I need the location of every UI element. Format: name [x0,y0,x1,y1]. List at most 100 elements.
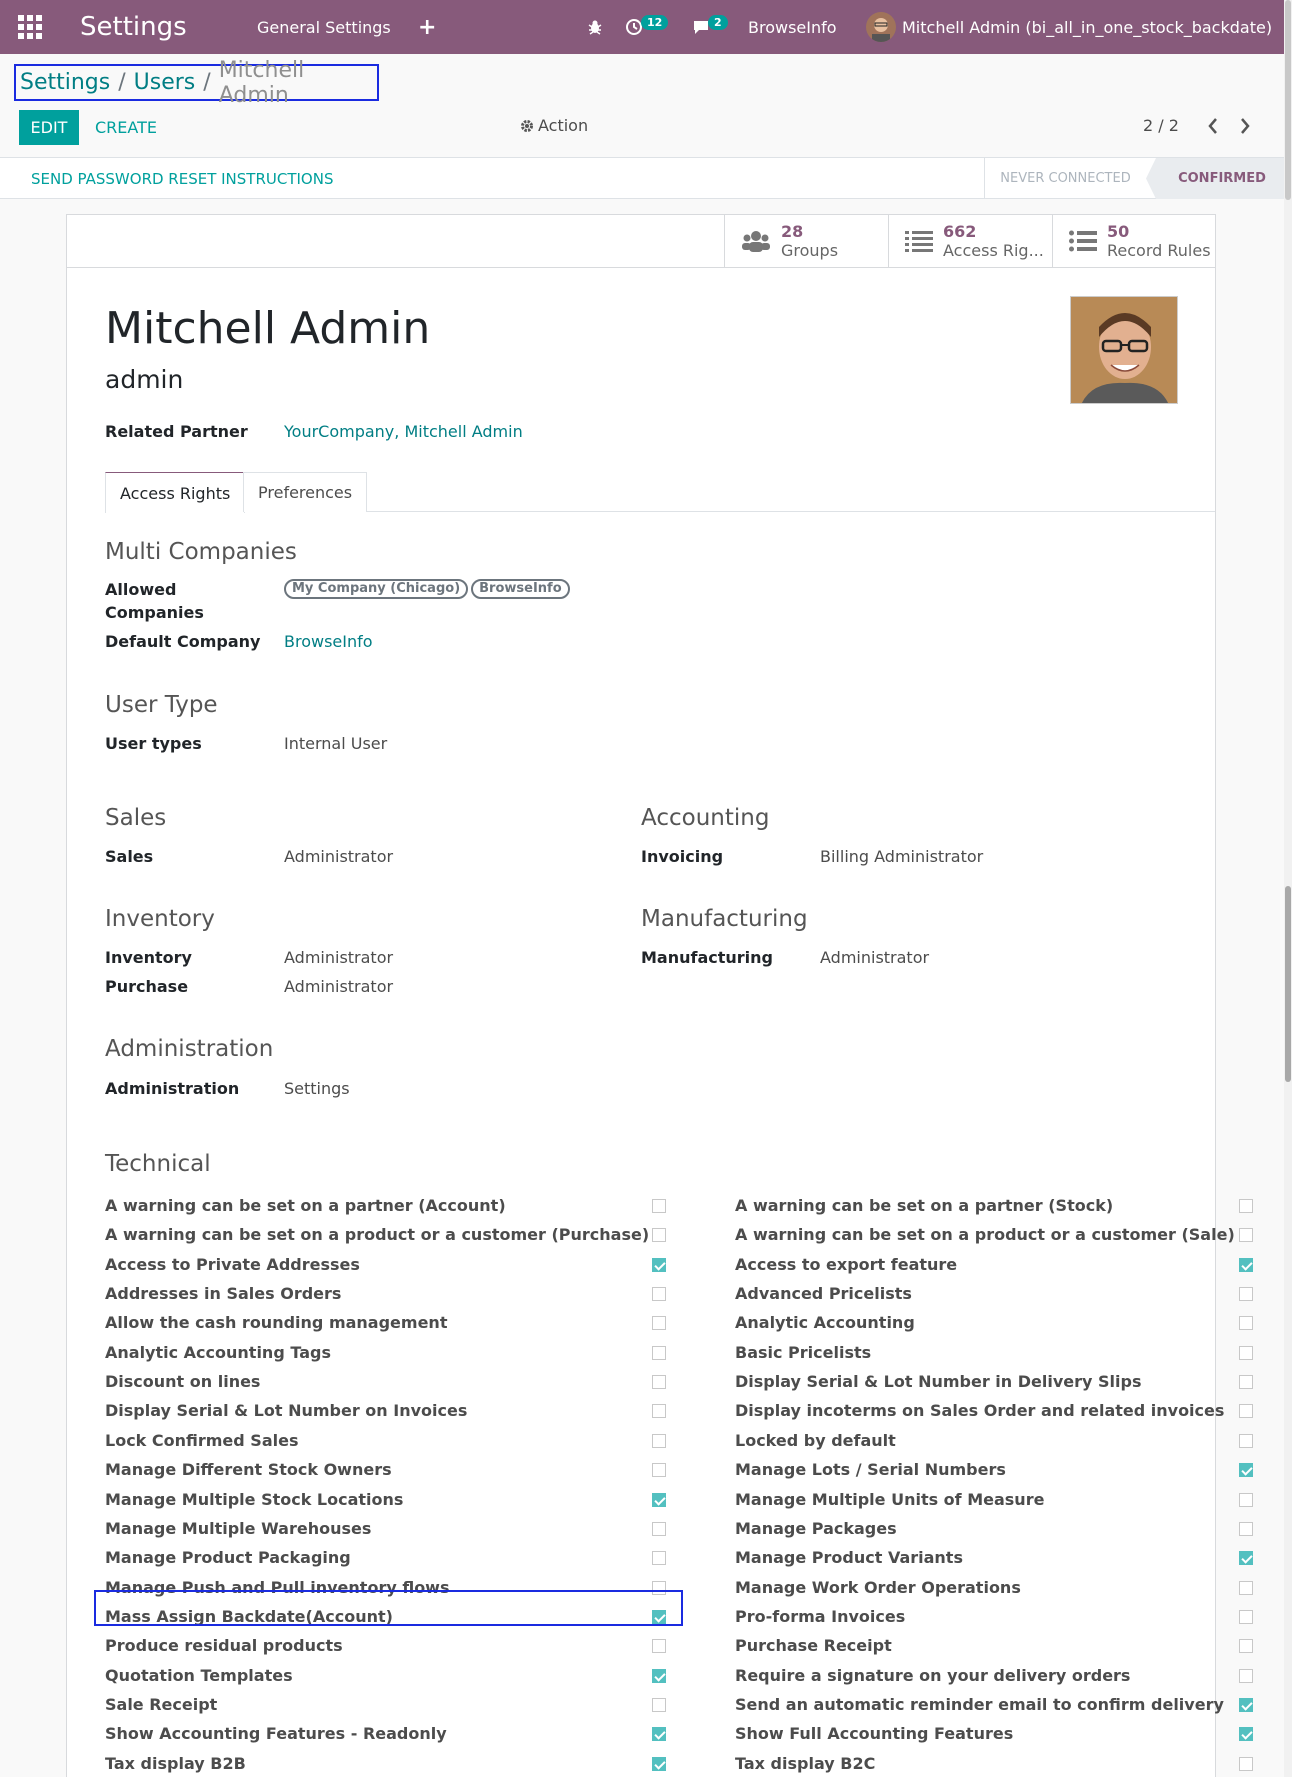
apps-menu-icon[interactable] [18,0,44,54]
technical-setting-checkbox[interactable] [1239,1757,1253,1771]
technical-setting-checkbox[interactable] [652,1551,666,1565]
technical-setting-checkbox[interactable] [652,1522,666,1536]
technical-setting-checkbox[interactable] [1239,1375,1253,1389]
technical-setting-label: Locked by default [735,1431,896,1450]
technical-setting-checkbox[interactable] [652,1727,666,1741]
technical-setting-checkbox[interactable] [1239,1522,1253,1536]
record-rules-smart-button[interactable]: 50 Record Rules [1052,215,1215,267]
technical-setting-checkbox[interactable] [652,1316,666,1330]
breadcrumb-users[interactable]: Users [134,70,196,95]
scrollbar-thumb[interactable] [1285,886,1291,1082]
company-switcher[interactable]: BrowseInfo [748,0,837,54]
pager-previous-icon[interactable] [1203,113,1223,139]
technical-setting-label: Tax display B2B [105,1754,246,1773]
user-name-title[interactable]: Mitchell Admin [105,303,430,354]
user-photo[interactable] [1070,296,1178,404]
menu-general-settings[interactable]: General Settings [257,0,391,54]
app-title[interactable]: Settings [80,0,187,54]
technical-setting-label: Manage Product Variants [735,1548,963,1567]
action-dropdown[interactable]: Action [520,116,588,135]
form-sheet: 28 Groups 662 Access Rig... 50 Record Rules… [66,214,1253,1777]
technical-setting-checkbox[interactable] [652,1463,666,1477]
technical-setting-checkbox[interactable] [1239,1698,1253,1712]
technical-setting-checkbox[interactable] [1239,1287,1253,1301]
technical-setting-label: Manage Lots / Serial Numbers [735,1460,1006,1479]
technical-setting-checkbox[interactable] [652,1698,666,1712]
debug-bug-icon[interactable] [587,0,603,54]
company-tag[interactable]: BrowseInfo [471,579,570,599]
send-password-reset-button[interactable]: SEND PASSWORD RESET INSTRUCTIONS [31,158,333,199]
user-types-value[interactable]: Internal User [284,734,387,753]
technical-setting-label: Tax display B2C [735,1754,876,1773]
technical-setting-checkbox[interactable] [1239,1610,1253,1624]
inventory-label: Inventory [105,948,192,967]
technical-setting-checkbox[interactable] [1239,1581,1253,1595]
manufacturing-value[interactable]: Administrator [820,948,929,967]
technical-setting-label: Advanced Pricelists [735,1284,912,1303]
technical-setting-label: Lock Confirmed Sales [105,1431,299,1450]
status-never-connected[interactable]: NEVER CONNECTED [984,158,1146,199]
user-login[interactable]: admin [105,365,183,394]
technical-setting-checkbox[interactable] [652,1199,666,1213]
technical-setting-checkbox[interactable] [1239,1404,1253,1418]
tab-preferences[interactable]: Preferences [243,472,368,512]
user-avatar[interactable] [866,12,896,42]
create-button[interactable]: CREATE [95,110,157,145]
technical-setting-label: Analytic Accounting Tags [105,1343,331,1362]
company-tag[interactable]: My Company (Chicago) [284,579,469,599]
technical-setting-label: Analytic Accounting [735,1313,915,1332]
technical-setting-label: Access to Private Addresses [105,1255,360,1274]
technical-setting-checkbox[interactable] [652,1258,666,1272]
technical-setting-checkbox[interactable] [1239,1316,1253,1330]
technical-setting-checkbox[interactable] [652,1346,666,1360]
technical-setting-checkbox[interactable] [1239,1669,1253,1683]
scrollbar-thumb-top[interactable] [1285,0,1291,200]
tab-access-rights[interactable]: Access Rights [105,472,246,513]
sales-value[interactable]: Administrator [284,847,393,866]
technical-setting-checkbox[interactable] [1239,1493,1253,1507]
technical-setting-checkbox[interactable] [1239,1463,1253,1477]
access-rights-smart-button[interactable]: 662 Access Rig... [888,215,1052,267]
technical-setting-checkbox[interactable] [1239,1228,1253,1242]
technical-setting-checkbox[interactable] [1239,1199,1253,1213]
technical-setting-checkbox[interactable] [652,1404,666,1418]
technical-setting-label: Basic Pricelists [735,1343,872,1362]
add-menu-icon[interactable]: + [418,0,436,54]
related-partner-link[interactable]: YourCompany, Mitchell Admin [284,422,523,441]
technical-setting-label: A warning can be set on a product or a c… [735,1225,1235,1244]
pager-next-icon[interactable] [1235,113,1255,139]
technical-setting-checkbox[interactable] [652,1434,666,1448]
user-menu[interactable]: Mitchell Admin (bi_all_in_one_stock_back… [902,0,1272,54]
administration-value[interactable]: Settings [284,1079,350,1098]
technical-setting-checkbox[interactable] [1239,1258,1253,1272]
technical-setting-checkbox[interactable] [1239,1727,1253,1741]
default-company-link[interactable]: BrowseInfo [284,632,373,651]
technical-setting-checkbox[interactable] [1239,1551,1253,1565]
inventory-value[interactable]: Administrator [284,948,393,967]
technical-setting-checkbox[interactable] [652,1757,666,1771]
breadcrumb-settings[interactable]: Settings [20,70,110,95]
messaging-chat-icon[interactable]: 2 [692,0,728,54]
allowed-companies-tags[interactable]: My Company (Chicago) BrowseInfo [284,579,570,599]
technical-setting-checkbox[interactable] [652,1639,666,1653]
technical-setting-checkbox[interactable] [1239,1434,1253,1448]
technical-setting-checkbox[interactable] [652,1493,666,1507]
technical-setting-checkbox[interactable] [652,1287,666,1301]
technical-setting-checkbox[interactable] [652,1228,666,1242]
technical-setting-checkbox[interactable] [652,1375,666,1389]
sales-label: Sales [105,847,154,866]
technical-setting-checkbox[interactable] [1239,1346,1253,1360]
technical-title: Technical [105,1151,211,1177]
technical-setting-checkbox[interactable] [1239,1639,1253,1653]
technical-setting-checkbox[interactable] [652,1669,666,1683]
user-type-title: User Type [105,692,218,718]
purchase-value[interactable]: Administrator [284,977,393,996]
edit-button[interactable]: EDIT [19,110,79,145]
invoicing-value[interactable]: Billing Administrator [820,847,983,866]
groups-smart-button[interactable]: 28 Groups [724,215,888,267]
activity-clock-icon[interactable]: 12 [625,0,669,54]
technical-setting-label: Require a signature on your delivery ord… [735,1666,1131,1685]
record-rules-count: 50 [1107,221,1130,241]
status-confirmed[interactable]: CONFIRMED [1146,158,1284,199]
pager-value[interactable]: 2 / 2 [1143,116,1179,135]
